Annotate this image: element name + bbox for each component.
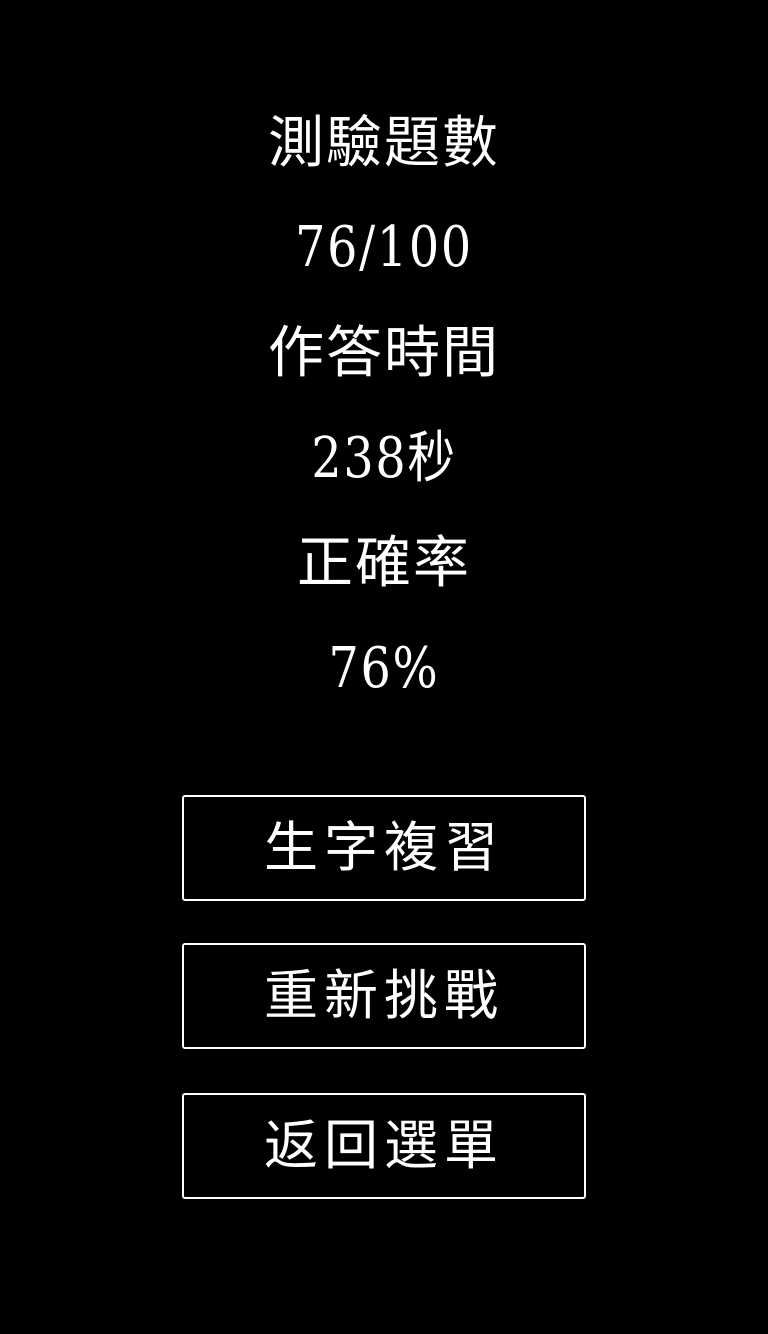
accuracy-value: 76% — [328, 636, 440, 701]
vocabulary-review-button[interactable]: 生字複習 — [182, 795, 586, 901]
answer-time-value: 238秒 — [311, 426, 457, 491]
accuracy-label: 正確率 — [297, 531, 471, 596]
questions-count-label: 測驗題數 — [268, 111, 500, 176]
retry-challenge-button[interactable]: 重新挑戰 — [182, 943, 586, 1049]
return-to-menu-button[interactable]: 返回選單 — [182, 1093, 586, 1199]
return-to-menu-button-label: 返回選單 — [264, 1114, 504, 1177]
retry-challenge-button-label: 重新挑戰 — [264, 964, 504, 1027]
answer-time-label: 作答時間 — [268, 321, 500, 386]
questions-count-value: 76/100 — [295, 215, 473, 280]
vocabulary-review-button-label: 生字複習 — [264, 816, 504, 879]
